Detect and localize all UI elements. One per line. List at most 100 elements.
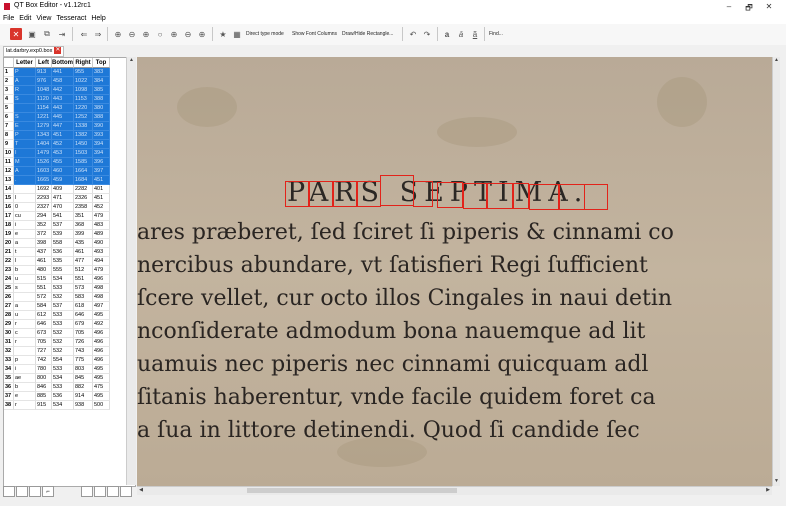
table-cell[interactable]: 533 (52, 320, 74, 329)
table-cell[interactable]: 1585 (74, 158, 93, 167)
column-header[interactable]: Left (36, 58, 52, 68)
table-cell[interactable]: i (14, 365, 36, 374)
row-number[interactable]: 33 (4, 356, 14, 365)
table-cell[interactable]: 455 (52, 158, 74, 167)
row-number[interactable]: 13 (4, 176, 14, 185)
table-cell[interactable]: 705 (36, 338, 52, 347)
table-cell[interactable]: 534 (52, 374, 74, 383)
grid-icon[interactable]: ▦ (231, 28, 243, 40)
table-cell[interactable]: 453 (52, 149, 74, 158)
undo-icon[interactable]: ↶ (407, 28, 419, 40)
table-cell[interactable]: 1526 (36, 158, 52, 167)
table-cell[interactable]: 913 (36, 68, 52, 77)
table-cell[interactable]: 483 (93, 221, 110, 230)
row-number[interactable]: 36 (4, 383, 14, 392)
row-number[interactable]: 16 (4, 203, 14, 212)
box-10[interactable] (513, 183, 529, 209)
table-cell[interactable]: 495 (93, 392, 110, 401)
table-cell[interactable]: P (14, 68, 36, 77)
image-view[interactable]: PARS SEPTIMA. ares præberet, ſed ſciret … (137, 57, 772, 486)
table-cell[interactable]: l (14, 194, 36, 203)
table-cell[interactable]: 460 (52, 167, 74, 176)
table-cell[interactable]: 0 (14, 203, 36, 212)
table-row[interactable]: 18 i 352 537 368 483 (4, 221, 135, 230)
bold-char-button[interactable]: a (442, 28, 452, 40)
table-cell[interactable]: 882 (74, 383, 93, 392)
close-file-icon[interactable]: ✕ (10, 28, 22, 40)
table-row[interactable]: 21 t 437 536 461 493 (4, 248, 135, 257)
table-cell[interactable]: 1098 (74, 86, 93, 95)
close-tab-icon[interactable]: ✕ (54, 47, 62, 55)
table-cell[interactable]: 955 (74, 68, 93, 77)
table-cell[interactable]: 451 (93, 194, 110, 203)
table-cell[interactable]: i (14, 221, 36, 230)
table-cell[interactable]: 584 (36, 302, 52, 311)
table-cell[interactable]: 618 (74, 302, 93, 311)
table-cell[interactable]: 537 (52, 302, 74, 311)
image-scroll-left-icon[interactable]: ◀ (137, 487, 145, 495)
table-row[interactable]: 27 a 584 537 618 497 (4, 302, 135, 311)
table-cell[interactable]: 442 (52, 86, 74, 95)
table-cell[interactable]: 447 (52, 122, 74, 131)
menu-view[interactable]: View (36, 13, 51, 24)
column-header[interactable]: Bottom (52, 58, 74, 68)
file-tab[interactable]: lat.darbry.exp0.box ✕ (3, 46, 65, 57)
table-cell[interactable]: 461 (74, 248, 93, 257)
box-4[interactable] (357, 181, 381, 207)
table-cell[interactable]: 743 (74, 347, 93, 356)
table-cell[interactable]: 1048 (36, 86, 52, 95)
table-cell[interactable]: u (14, 311, 36, 320)
box-3[interactable] (333, 181, 357, 207)
table-cell[interactable]: S (14, 95, 36, 104)
table-cell[interactable]: R (14, 86, 36, 95)
box-6[interactable] (413, 181, 433, 207)
table-cell[interactable]: 539 (52, 230, 74, 239)
image-vertical-scrollbar[interactable]: ▲ ▼ (772, 57, 780, 486)
table-cell[interactable]: 479 (93, 266, 110, 275)
row-number[interactable]: 29 (4, 320, 14, 329)
table-cell[interactable]: 471 (52, 194, 74, 203)
table-row[interactable]: 32 727 532 743 496 (4, 347, 135, 356)
row-number[interactable]: 3 (4, 86, 14, 95)
table-cell[interactable]: 475 (93, 383, 110, 392)
table-row[interactable]: 28 u 612 533 646 495 (4, 311, 135, 320)
table-cell[interactable]: r (14, 401, 36, 410)
table-cell[interactable]: M (14, 158, 36, 167)
table-cell[interactable]: 726 (74, 338, 93, 347)
image-scroll-up-icon[interactable]: ▲ (773, 57, 780, 64)
table-cell[interactable]: 1221 (36, 113, 52, 122)
row-number[interactable]: 24 (4, 275, 14, 284)
table-cell[interactable]: 512 (74, 266, 93, 275)
table-row[interactable]: 6 S 1221 445 1252 388 (4, 113, 135, 122)
table-cell[interactable]: s (14, 284, 36, 293)
column-header[interactable]: Letter (14, 58, 36, 68)
table-row[interactable]: 36 b 846 533 882 475 (4, 383, 135, 392)
table-cell[interactable]: 1684 (74, 176, 93, 185)
table-cell[interactable]: 294 (36, 212, 52, 221)
table-cell[interactable]: 396 (93, 158, 110, 167)
table-cell[interactable]: e (14, 392, 36, 401)
table-row[interactable]: 9 T 1404 452 1450 394 (4, 140, 135, 149)
table-cell[interactable]: 401 (93, 185, 110, 194)
table-cell[interactable]: 394 (93, 140, 110, 149)
table-cell[interactable]: 1503 (74, 149, 93, 158)
row-number[interactable]: 35 (4, 374, 14, 383)
table-cell[interactable]: 352 (36, 221, 52, 230)
table-cell[interactable]: 461 (36, 257, 52, 266)
table-cell[interactable]: 500 (93, 401, 110, 410)
box-12[interactable] (559, 184, 585, 210)
table-row[interactable]: 37 e 885 536 914 495 (4, 392, 135, 401)
table-row[interactable]: 17 cu 294 541 351 479 (4, 212, 135, 221)
table-cell[interactable]: 383 (93, 68, 110, 77)
table-cell[interactable]: 1279 (36, 122, 52, 131)
table-row[interactable]: 8 P 1343 451 1382 393 (4, 131, 135, 140)
box-table[interactable]: Letter Left Bottom Right Top 1 P 913 441 955 383 2 A… (3, 57, 136, 487)
table-cell[interactable]: 1479 (36, 149, 52, 158)
box-13[interactable] (584, 184, 608, 210)
table-cell[interactable]: r (14, 338, 36, 347)
table-cell[interactable]: 1120 (36, 95, 52, 104)
row-number[interactable]: 10 (4, 149, 14, 158)
table-cell[interactable]: e (14, 230, 36, 239)
table-cell[interactable]: 742 (36, 356, 52, 365)
table-cell[interactable]: 390 (93, 122, 110, 131)
